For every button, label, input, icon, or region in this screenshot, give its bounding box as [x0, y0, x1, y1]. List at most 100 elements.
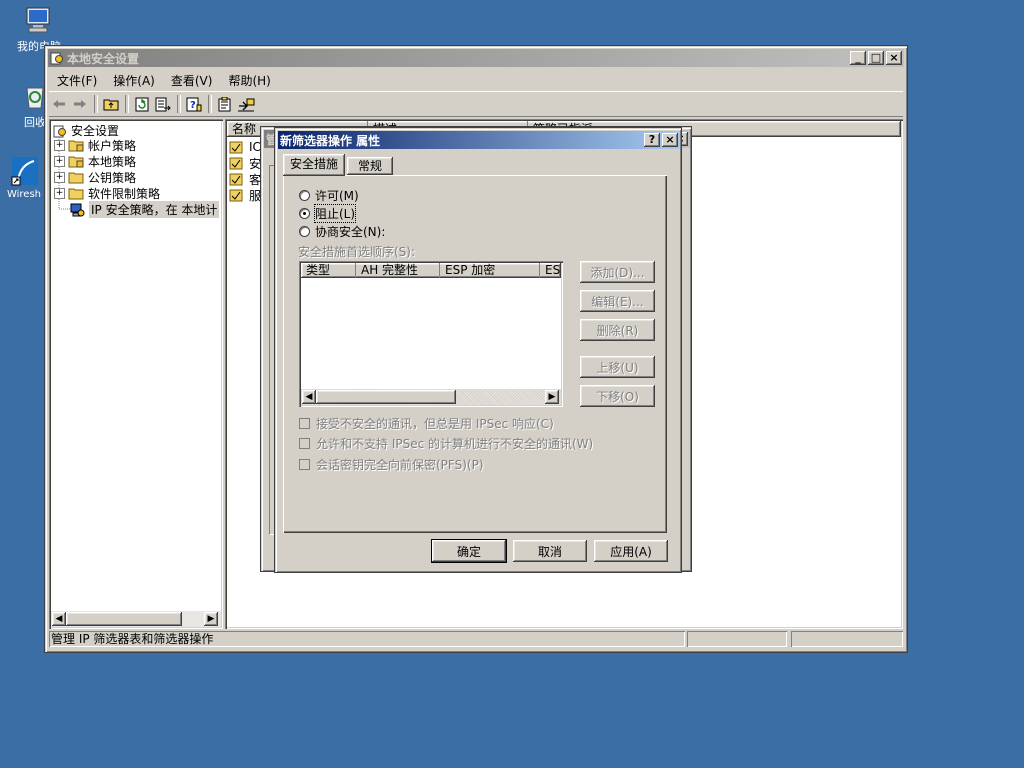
folder-icon — [68, 187, 84, 200]
column-header-esp-integrity[interactable]: ESI — [539, 263, 561, 278]
refresh-icon[interactable] — [132, 94, 152, 114]
table-header: 类型 AH 完整性 ESP 加密 ESI — [301, 263, 561, 278]
export-list-icon[interactable] — [153, 94, 173, 114]
status-text: 管理 IP 筛选器表和筛选器操作 — [49, 631, 685, 647]
move-up-button[interactable]: 上移(U) — [580, 356, 655, 378]
cancel-button[interactable]: 取消 — [513, 540, 587, 562]
help-button[interactable]: ? — [644, 133, 660, 147]
svg-text:?: ? — [190, 100, 196, 111]
security-settings-icon — [50, 51, 64, 65]
back-icon[interactable] — [49, 94, 69, 114]
maximize-button[interactable]: □ — [868, 51, 884, 65]
table-horizontal-scrollbar[interactable]: ◀ ▶ — [301, 389, 561, 405]
menu-view[interactable]: 查看(V) — [163, 72, 221, 89]
tab-general[interactable]: 常规 — [347, 157, 393, 175]
checkbox-label: 允许和不支持 IPSec 的计算机进行不安全的通讯(W) — [316, 437, 594, 451]
wireshark-icon — [8, 155, 40, 187]
main-titlebar[interactable]: 本地安全设置 _ □ × — [48, 49, 904, 67]
move-down-button[interactable]: 下移(O) — [580, 385, 655, 407]
ok-button[interactable]: 确定 — [431, 539, 507, 563]
checkbox-accept-unsecured[interactable]: 接受不安全的通讯，但总是用 IPSec 响应(C) — [299, 415, 554, 432]
checkbox[interactable] — [299, 438, 310, 449]
radio-label: 许可(M) — [315, 189, 359, 203]
tree-item-public-key-policy[interactable]: + 公钥策略 — [54, 169, 136, 185]
dialog-titlebar[interactable]: 新筛选器操作 属性 ? × — [278, 131, 680, 149]
menubar: 文件(F) 操作(A) 查看(V) 帮助(H) — [49, 70, 279, 90]
desktop-icon-wireshark[interactable]: Wiresh — [0, 155, 48, 200]
up-folder-icon[interactable] — [101, 94, 121, 114]
radio-label: 协商安全(N): — [315, 225, 386, 239]
add-button[interactable]: 添加(D)... — [580, 261, 655, 283]
folder-lock-icon — [68, 139, 84, 152]
expand-icon[interactable]: + — [54, 187, 65, 199]
status-panel — [687, 631, 787, 647]
toolbar-separator — [208, 95, 212, 113]
checkbox[interactable] — [299, 459, 310, 470]
properties-icon[interactable] — [215, 94, 235, 114]
column-header-ah-integrity[interactable]: AH 完整性 — [355, 263, 439, 278]
window-title: 本地安全设置 — [67, 51, 140, 66]
forward-icon[interactable] — [70, 94, 90, 114]
tree-item-label: 公钥策略 — [88, 170, 137, 185]
scroll-right-button[interactable]: ▶ — [204, 612, 218, 626]
radio-button[interactable] — [299, 208, 310, 219]
column-header-type[interactable]: 类型 — [301, 263, 353, 278]
expand-icon[interactable]: + — [54, 171, 65, 183]
checkbox-allow-unsecured[interactable]: 允许和不支持 IPSec 的计算机进行不安全的通讯(W) — [299, 435, 593, 452]
filter-action-icon — [229, 189, 245, 202]
menu-file[interactable]: 文件(F) — [49, 72, 105, 89]
scroll-right-button[interactable]: ▶ — [545, 390, 559, 404]
folder-lock-icon — [68, 155, 84, 168]
status-panel — [791, 631, 903, 647]
scroll-left-button[interactable]: ◀ — [302, 390, 316, 404]
ip-security-icon — [69, 203, 85, 216]
tree-item-software-restriction[interactable]: + 软件限制策略 — [54, 185, 160, 201]
checkbox[interactable] — [299, 418, 310, 429]
filter-action-icon — [229, 157, 245, 170]
apply-button[interactable]: 应用(A) — [594, 540, 668, 562]
expand-icon[interactable]: + — [54, 155, 65, 167]
tree-item-account-policy[interactable]: + 帐户策略 — [54, 137, 136, 153]
close-button[interactable]: × — [886, 51, 902, 65]
toolbar: ? — [49, 91, 903, 117]
new-icon[interactable] — [236, 94, 256, 114]
expand-icon[interactable]: + — [54, 139, 65, 151]
radio-negotiate[interactable]: 协商安全(N): — [299, 223, 385, 240]
tree-item-label: IP 安全策略，在 本地计 — [89, 200, 220, 218]
tree-item-label: 本地策略 — [88, 154, 137, 169]
help-icon[interactable]: ? — [184, 94, 204, 114]
edit-button[interactable]: 编辑(E)... — [580, 290, 655, 312]
radio-block[interactable]: 阻止(L) — [299, 204, 357, 223]
desktop-icon-label: Wiresh — [6, 189, 42, 200]
computer-icon — [23, 4, 55, 36]
tab-security-methods[interactable]: 安全措施 — [283, 154, 345, 176]
radio-permit[interactable]: 许可(M) — [299, 187, 359, 204]
scroll-thumb[interactable] — [316, 390, 456, 404]
column-header-esp-encryption[interactable]: ESP 加密 — [439, 263, 539, 278]
checkbox-label: 会话密钥完全向前保密(PFS)(P) — [316, 458, 484, 472]
minimize-button[interactable]: _ — [850, 51, 866, 65]
toolbar-separator — [94, 95, 98, 113]
tree-item-label: 软件限制策略 — [88, 186, 161, 201]
close-button[interactable]: × — [662, 133, 678, 147]
tree-horizontal-scrollbar[interactable]: ◀ ▶ — [51, 611, 221, 627]
tree-item-ip-security[interactable]: IP 安全策略，在 本地计 — [69, 200, 220, 218]
radio-button[interactable] — [299, 226, 310, 237]
scroll-left-button[interactable]: ◀ — [52, 612, 66, 626]
tab-label: 安全措施 — [289, 157, 338, 171]
tree-item-local-policy[interactable]: + 本地策略 — [54, 153, 136, 169]
radio-button[interactable] — [299, 190, 310, 201]
menu-help[interactable]: 帮助(H) — [220, 72, 278, 89]
tree-pane: 安全设置 + 帐户策略 + 本地策略 + 公钥策略 + 软件限制策略 IP 安全… — [49, 119, 223, 629]
scroll-thumb[interactable] — [66, 612, 182, 626]
filter-action-icon — [229, 141, 245, 154]
toolbar-separator — [125, 95, 129, 113]
status-bar: 管理 IP 筛选器表和筛选器操作 — [49, 631, 903, 649]
tree-item-label: 帐户策略 — [88, 138, 137, 153]
tab-label: 常规 — [357, 159, 382, 173]
radio-label: 阻止(L) — [313, 204, 357, 223]
security-methods-table[interactable]: 类型 AH 完整性 ESP 加密 ESI ◀ ▶ — [299, 261, 563, 407]
checkbox-pfs[interactable]: 会话密钥完全向前保密(PFS)(P) — [299, 456, 484, 473]
menu-action[interactable]: 操作(A) — [105, 72, 163, 89]
remove-button[interactable]: 删除(R) — [580, 319, 655, 341]
